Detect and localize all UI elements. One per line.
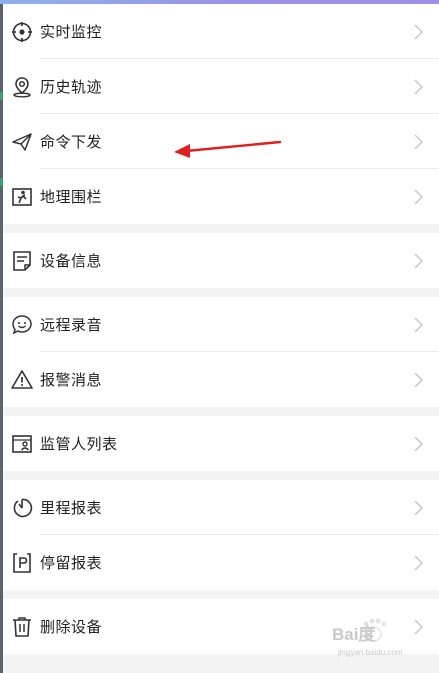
- section-gap: [3, 288, 439, 297]
- menu-item-label: 地理围栏: [40, 188, 103, 206]
- menu-item-alarm-messages[interactable]: 报警消息: [3, 352, 439, 407]
- target-icon: [11, 21, 33, 43]
- chevron-right-icon: [411, 188, 425, 206]
- document-icon: [11, 250, 33, 272]
- menu-item-label: 监管人列表: [40, 435, 118, 453]
- section-gap: [3, 224, 439, 233]
- trash-icon: [11, 616, 33, 638]
- menu-item-supervisor-list[interactable]: 监管人列表: [3, 416, 439, 471]
- menu-item-geofence[interactable]: 地理围栏: [3, 169, 439, 224]
- menu-item-remote-recording[interactable]: 远程录音: [3, 297, 439, 352]
- watermark-url: jingyan.baidu.com: [338, 648, 403, 657]
- menu-item-label: 停留报表: [40, 554, 103, 572]
- settings-menu: 实时监控 历史轨迹 命令下发 地理围栏 设备信息 远程录音 报警消息 监管人列表…: [3, 4, 439, 654]
- menu-item-mileage-report[interactable]: 里程报表: [3, 480, 439, 535]
- chevron-right-icon: [411, 316, 425, 334]
- menu-item-realtime-monitor[interactable]: 实时监控: [3, 4, 439, 59]
- chevron-right-icon: [411, 133, 425, 151]
- menu-item-label: 远程录音: [40, 316, 103, 334]
- parking-icon: [11, 552, 33, 574]
- menu-item-label: 实时监控: [40, 23, 103, 41]
- fence-icon: [11, 186, 33, 208]
- watermark-text: Bai度: [332, 625, 376, 644]
- section-gap: [3, 590, 439, 599]
- smiley-chat-icon: [11, 314, 33, 336]
- send-icon: [11, 131, 33, 153]
- chevron-right-icon: [411, 78, 425, 96]
- menu-item-label: 历史轨迹: [40, 78, 103, 96]
- menu-item-label: 设备信息: [40, 252, 103, 270]
- person-card-icon: [11, 433, 33, 455]
- timer-icon: [11, 497, 33, 519]
- chevron-right-icon: [411, 499, 425, 517]
- chevron-right-icon: [411, 371, 425, 389]
- section-gap: [3, 407, 439, 416]
- menu-item-stay-report[interactable]: 停留报表: [3, 535, 439, 590]
- menu-item-label: 命令下发: [40, 133, 103, 151]
- chevron-right-icon: [411, 252, 425, 270]
- chevron-right-icon: [411, 554, 425, 572]
- menu-item-history-track[interactable]: 历史轨迹: [3, 59, 439, 114]
- menu-item-label: 里程报表: [40, 499, 103, 517]
- menu-item-label: 删除设备: [40, 618, 103, 636]
- menu-item-device-info[interactable]: 设备信息: [3, 233, 439, 288]
- section-gap: [3, 471, 439, 480]
- chevron-right-icon: [411, 23, 425, 41]
- map-pin-icon: [11, 76, 33, 98]
- warning-icon: [11, 369, 33, 391]
- menu-item-label: 报警消息: [40, 371, 103, 389]
- chevron-right-icon: [411, 435, 425, 453]
- red-arrow-annotation: [174, 140, 282, 158]
